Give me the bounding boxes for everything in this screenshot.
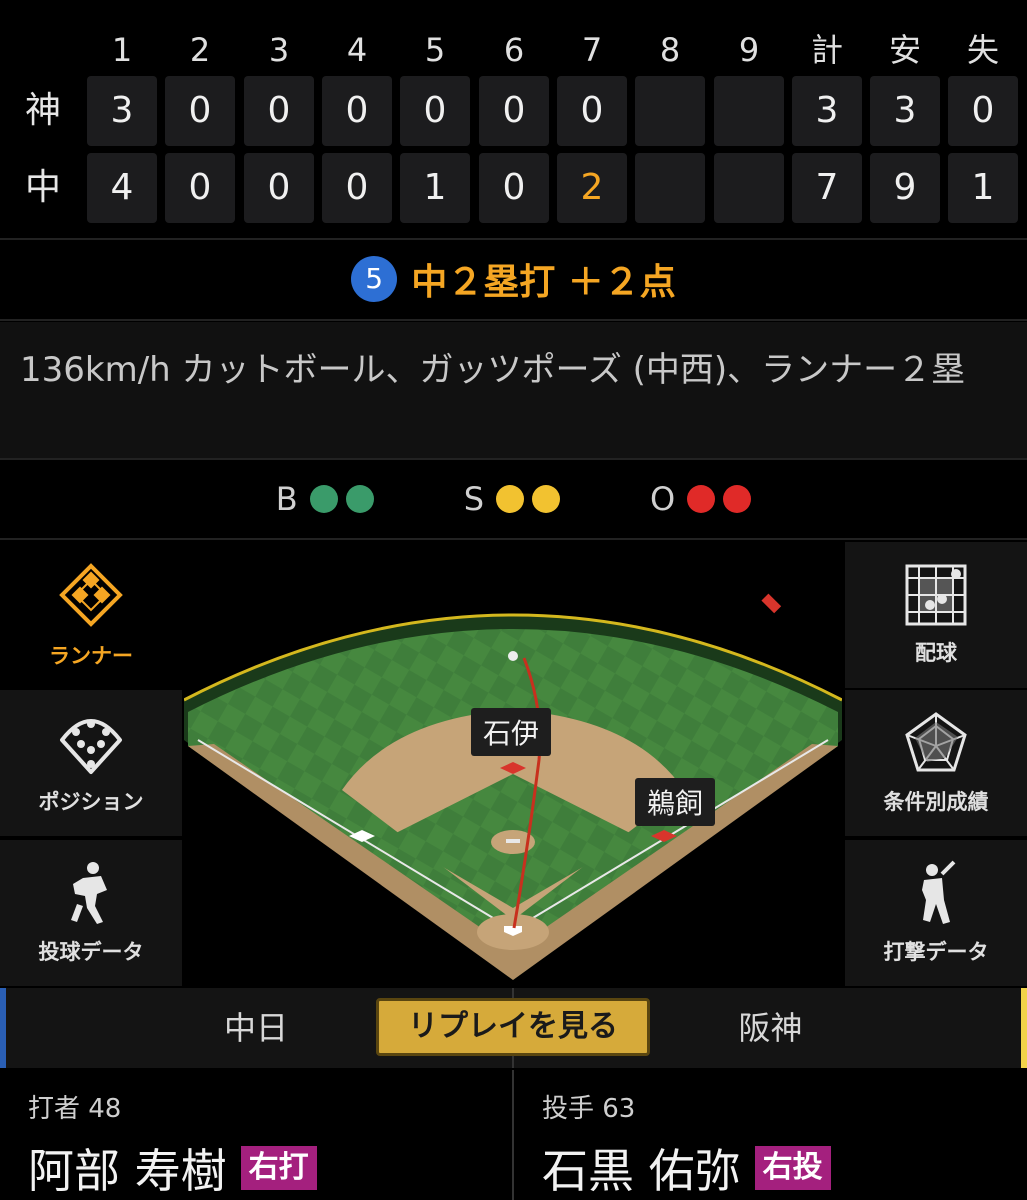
inning-header: 3	[268, 31, 290, 69]
batter-name: 阿部 寿樹	[28, 1144, 227, 1198]
outs-indicator: O	[650, 480, 752, 518]
menu-pitch-sequence-label: 配球	[915, 641, 957, 665]
menu-batting-data-label: 打撃データ	[883, 940, 989, 964]
inning-score: 0	[244, 76, 314, 146]
menu-pitching-data[interactable]: 投球データ	[0, 840, 182, 986]
batter-icon	[922, 860, 956, 924]
team-name: 神	[24, 90, 61, 131]
inning-header: 4	[346, 31, 368, 69]
fielder-tag-right: 鵜飼	[635, 778, 716, 826]
scoreboard: 123456789計安失神3000000330中4000102791	[0, 0, 1027, 238]
total-cell: 1	[948, 153, 1018, 223]
fielder-tag-center: 石伊	[471, 708, 552, 756]
batter-card[interactable]: 打者 48 阿部 寿樹 右打	[0, 1070, 512, 1200]
menu-batting-data[interactable]: 打撃データ	[845, 840, 1027, 986]
total-cell: 0	[948, 76, 1018, 146]
inning-header: 8	[659, 31, 681, 69]
inning-header: 7	[581, 31, 603, 69]
position-field-icon	[60, 719, 122, 774]
inning-score: 4	[87, 153, 157, 223]
inning-score: 0	[244, 153, 314, 223]
totals-header: 安	[888, 31, 921, 69]
menu-split-stats-label: 条件別成績	[883, 790, 989, 814]
menu-position-label: ポジション	[38, 790, 144, 814]
total-cell: 3	[870, 76, 940, 146]
inning-score: 2	[557, 153, 627, 223]
menu-pitching-data-label: 投球データ	[38, 940, 144, 964]
team-name: 中	[24, 167, 61, 208]
play-result-text: 中２塁打 ＋２点	[411, 262, 676, 303]
play-number-badge: 5	[351, 256, 398, 302]
inning-score	[714, 153, 784, 223]
inning-score: 0	[557, 76, 627, 146]
runner-diamond-icon	[59, 563, 123, 627]
inning-score	[714, 76, 784, 146]
inning-header: 6	[503, 31, 525, 69]
strikes-indicator: S	[463, 480, 561, 518]
divider	[0, 319, 1027, 321]
inning-score: 3	[87, 76, 157, 146]
replay-button[interactable]: リプレイを見る	[376, 998, 650, 1056]
play-description: 136km/h カットボール、ガッツポーズ (中西)、ランナー２塁	[0, 322, 1027, 458]
inning-header: 5	[424, 31, 446, 69]
menu-runner-label: ランナー	[49, 644, 133, 668]
out-dot	[687, 485, 716, 513]
outs-label: O	[650, 480, 676, 518]
inning-score: 0	[165, 76, 235, 146]
menu-split-stats[interactable]: 条件別成績	[845, 690, 1027, 836]
strike-dot	[532, 485, 561, 513]
radar-chart-icon	[905, 712, 967, 772]
inning-header: 2	[189, 31, 211, 69]
inning-score	[635, 153, 705, 223]
totals-header: 計	[810, 31, 843, 69]
batter-hand-badge: 右打	[240, 1146, 317, 1190]
inning-score: 0	[165, 153, 235, 223]
ball-dot	[309, 485, 338, 513]
pitch-grid-icon	[905, 564, 967, 626]
pitcher-icon	[71, 862, 107, 924]
inning-header: 9	[738, 31, 760, 69]
inning-score: 0	[479, 153, 549, 223]
batter-role: 打者 48	[28, 1094, 122, 1124]
inning-score: 0	[322, 153, 392, 223]
inning-score	[635, 76, 705, 146]
pitcher-card[interactable]: 投手 63 石黒 佑弥 右投	[514, 1070, 1026, 1200]
play-title: 5 中２塁打 ＋２点	[0, 240, 1027, 318]
pitcher-hand-badge: 右投	[754, 1146, 831, 1190]
strikes-label: S	[463, 480, 485, 518]
inning-score: 0	[400, 76, 470, 146]
menu-pitch-sequence[interactable]: 配球	[845, 542, 1027, 688]
balls-indicator: B	[276, 480, 374, 518]
menu-runner[interactable]: ランナー	[0, 542, 182, 688]
strike-dot	[496, 485, 525, 513]
ball-count: B S O	[0, 460, 1027, 538]
pitcher-name: 石黒 佑弥	[542, 1144, 741, 1198]
matchup-panel: 打者 48 阿部 寿樹 右打 投手 63 石黒 佑弥 右投	[0, 1070, 1027, 1200]
total-cell: 3	[792, 76, 862, 146]
inning-score: 1	[400, 153, 470, 223]
inning-header: 1	[111, 31, 133, 69]
total-cell: 9	[870, 153, 940, 223]
baseball-field	[183, 593, 843, 980]
ball-dot	[345, 485, 374, 513]
field-view: 石伊 鵜飼	[183, 540, 843, 986]
menu-position[interactable]: ポジション	[0, 690, 182, 836]
inning-score: 0	[322, 76, 392, 146]
out-dot	[723, 485, 752, 513]
inning-score: 0	[479, 76, 549, 146]
pitcher-role: 投手 63	[542, 1094, 636, 1124]
balls-label: B	[275, 480, 298, 518]
team-tabs: 中日 阪神 リプレイを見る	[0, 988, 1027, 1068]
totals-header: 失	[966, 31, 999, 69]
total-cell: 7	[792, 153, 862, 223]
away-team-color	[1021, 988, 1027, 1068]
